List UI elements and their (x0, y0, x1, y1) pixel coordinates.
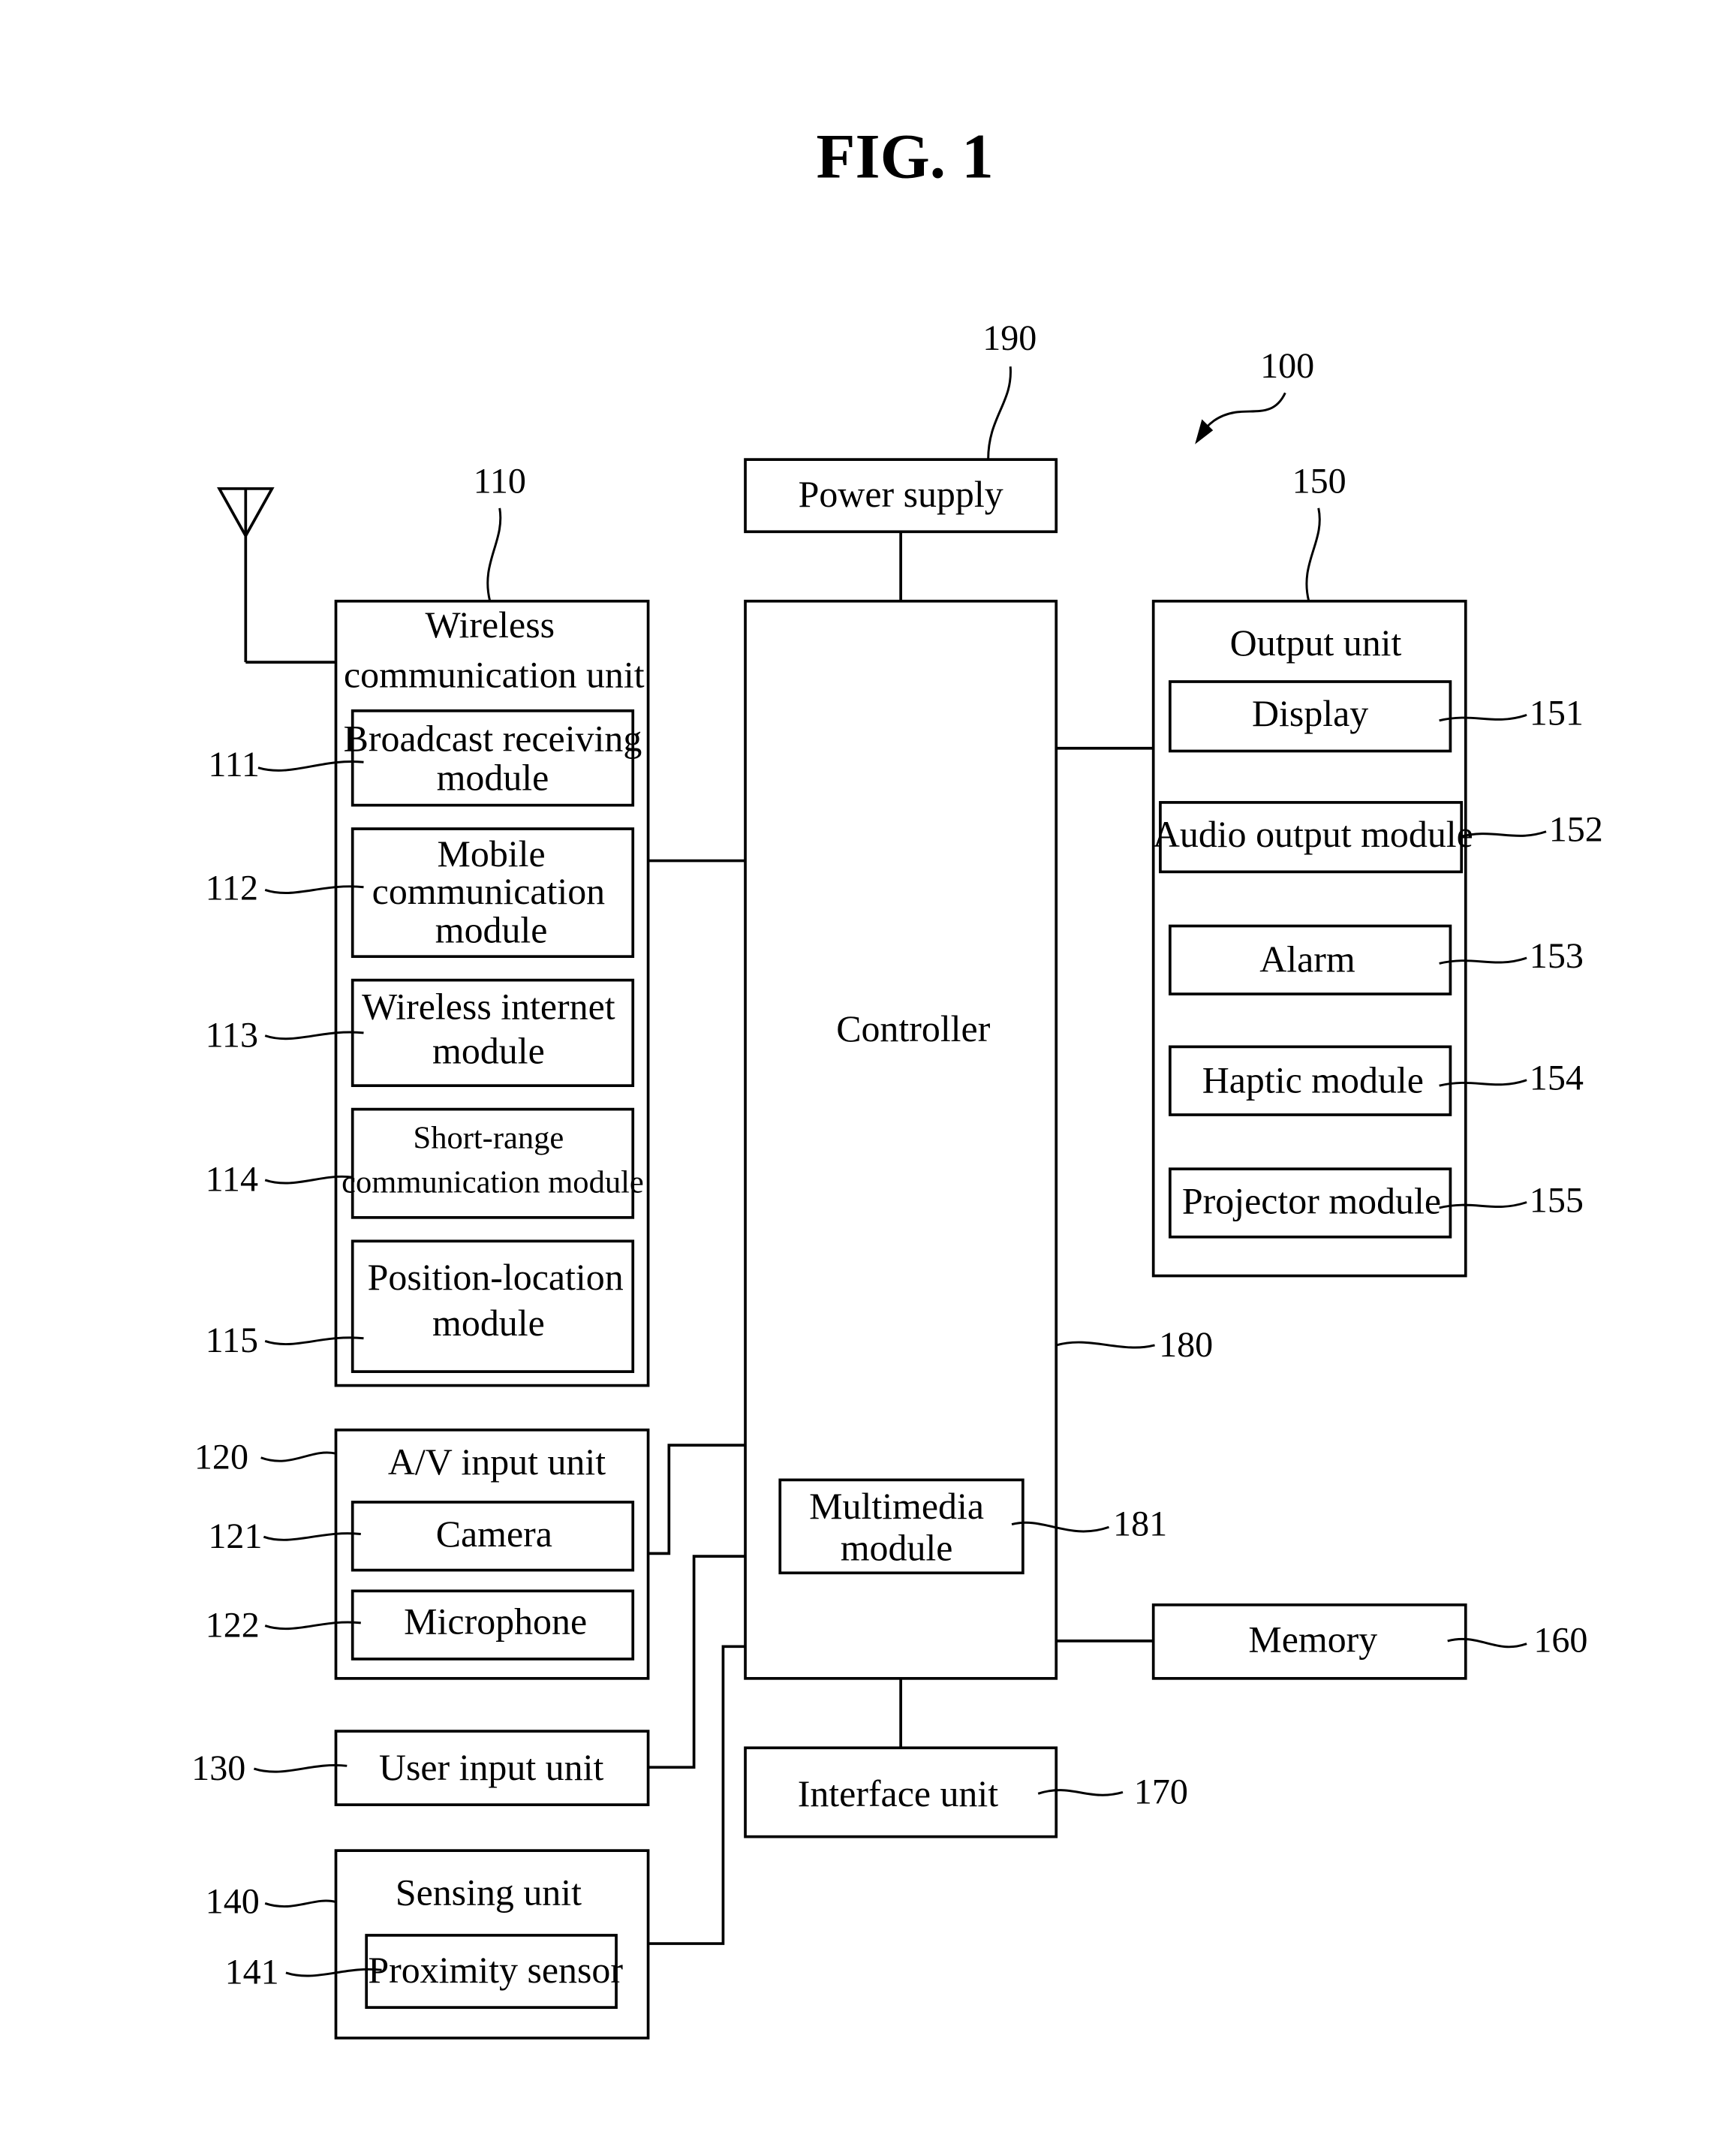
output-unit-ref: 150 (1292, 462, 1346, 501)
audio-output-module-ref: 152 (1549, 810, 1603, 850)
position-location-module-line2: module (432, 1302, 545, 1344)
proximity-sensor-text: Proximity sensor (368, 1950, 623, 1991)
memory-ref: 160 (1533, 1621, 1587, 1661)
microphone-label: Microphone (404, 1601, 587, 1643)
interface-unit-label: Interface unit (798, 1773, 999, 1814)
wireless-unit-ref: 110 (474, 462, 526, 501)
haptic-module: Haptic module 154 (1169, 1045, 1584, 1116)
block-diagram: FIG. 1 100 Power supply 190 Controller 1… (191, 122, 1603, 2040)
interface-unit-ref: 170 (1134, 1772, 1188, 1811)
sensing-unit-leader (264, 1899, 336, 1908)
broadcast-receiving-module-line2: module (437, 757, 549, 798)
mobile-communication-module-ref: 112 (206, 868, 258, 908)
output-unit-block: Output unit 150 Display 151 Audio output… (1151, 462, 1603, 1278)
interface-unit-block: Interface unit 170 (744, 1746, 1188, 1838)
camera-module: Camera 121 (208, 1501, 635, 1572)
device-reference: 100 (1195, 346, 1314, 444)
camera-ref: 121 (208, 1516, 262, 1556)
camera-label: Camera (436, 1513, 552, 1555)
position-location-module-ref: 115 (206, 1320, 258, 1360)
wireless-internet-module-line1: Wireless internet (362, 986, 615, 1027)
short-range-module-line1: Short-range (414, 1120, 564, 1155)
output-unit-label: Output unit (1230, 622, 1402, 664)
wireless-unit-label-line1: Wireless (425, 604, 555, 646)
controller-block: Controller 180 Multimedia module 181 (744, 599, 1213, 1680)
wireless-communication-unit-block: Wireless communication unit 110 Broadcas… (206, 462, 650, 1387)
memory-label: Memory (1248, 1619, 1377, 1661)
short-range-communication-module-ref: 114 (206, 1160, 258, 1200)
output-unit-leader (1305, 507, 1321, 602)
projector-module: Projector module 155 (1169, 1167, 1584, 1239)
projector-module-label: Projector module (1182, 1180, 1441, 1221)
microphone-module: Microphone 122 (206, 1589, 635, 1661)
wireless-internet-module-ref: 113 (206, 1015, 258, 1055)
controller-ref: 180 (1159, 1325, 1213, 1365)
av-input-unit-leader (260, 1451, 336, 1462)
broadcast-receiving-module-line1: Broadcast receiving (344, 718, 642, 759)
multimedia-module-label-line2: module (841, 1528, 953, 1569)
display-ref: 151 (1530, 693, 1584, 733)
user-input-controller-wire (648, 1555, 746, 1769)
controller-leader (1055, 1341, 1155, 1349)
short-range-module-line2: communication module (341, 1165, 644, 1200)
power-supply-leader (987, 366, 1012, 460)
multimedia-module-label-line1: Multimedia (809, 1486, 984, 1527)
broadcast-receiving-module-ref: 111 (208, 745, 260, 784)
projector-module-ref: 155 (1530, 1180, 1584, 1220)
antenna-icon (217, 487, 336, 664)
audio-output-module: Audio output module 152 (1153, 801, 1603, 874)
memory-block: Memory 160 (1151, 1603, 1587, 1680)
figure-title: FIG. 1 (817, 122, 994, 192)
haptic-module-ref: 154 (1530, 1058, 1584, 1098)
sensing-unit-ref: 140 (206, 1881, 260, 1921)
mobile-communication-module: Mobile communication module 112 (206, 827, 635, 959)
multimedia-module-block: Multimedia module 181 (778, 1478, 1167, 1575)
controller-label: Controller (836, 1008, 991, 1049)
user-input-unit-block: User input unit 130 (191, 1730, 650, 1806)
multimedia-module-ref: 181 (1113, 1504, 1167, 1543)
alarm-label: Alarm (1259, 939, 1355, 980)
alarm-module: Alarm 153 (1169, 924, 1584, 995)
sensing-controller-wire (648, 1645, 746, 1945)
av-input-controller-wire (648, 1444, 746, 1555)
av-input-unit-label: A/V input unit (388, 1441, 606, 1483)
power-supply-ref: 190 (982, 318, 1037, 358)
power-supply-block: Power supply 190 (744, 318, 1058, 534)
user-input-unit-label: User input unit (379, 1747, 604, 1788)
mobile-communication-module-line1: Mobile (438, 833, 546, 875)
wireless-unit-label-line2: communication unit (344, 654, 645, 695)
wireless-internet-module-line2: module (432, 1031, 545, 1072)
user-input-unit-ref: 130 (191, 1748, 245, 1788)
proximity-sensor-module: 141 Proximity sensor 141 (225, 1934, 623, 2009)
mobile-communication-module-line3: module (435, 910, 548, 951)
microphone-ref: 122 (206, 1605, 260, 1645)
proximity-sensor-ref: 141 (225, 1953, 279, 1992)
display-module: Display 151 (1169, 680, 1584, 753)
audio-output-module-label: Audio output module (1153, 814, 1473, 855)
device-ref-number: 100 (1260, 346, 1314, 386)
display-label: Display (1252, 693, 1368, 734)
position-location-module: Position-location module 115 (206, 1239, 635, 1373)
wireless-unit-leader (486, 507, 502, 602)
short-range-communication-module: Short-range communication module 114 (206, 1107, 644, 1219)
broadcast-receiving-module: Broadcast receiving module 111 (208, 709, 642, 807)
av-input-unit-block: A/V input unit 120 Camera 121 Microphone… (194, 1428, 650, 1680)
mobile-communication-module-line2: communication (372, 871, 605, 912)
position-location-module-line1: Position-location (368, 1257, 624, 1298)
user-input-unit-leader (253, 1764, 348, 1773)
power-supply-label: Power supply (799, 474, 1003, 515)
wireless-internet-module: Wireless internet module 113 (206, 978, 635, 1088)
sensing-unit-label: Sensing unit (396, 1871, 582, 1913)
av-input-unit-ref: 120 (194, 1438, 248, 1477)
alarm-ref: 153 (1530, 936, 1584, 976)
haptic-module-label: Haptic module (1202, 1059, 1424, 1101)
sensing-unit-block: Sensing unit 140 141 Proximity sensor 14… (206, 1849, 650, 2040)
